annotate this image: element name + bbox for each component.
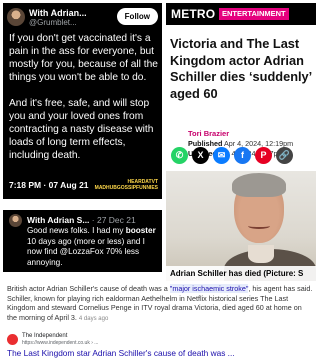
article-headline: Victoria and The Last Kingdom actor Adri… (170, 36, 312, 101)
result-source[interactable]: The Independent https://www.independent.… (7, 333, 207, 347)
photo-caption: Adrian Schiller has died (Picture: S (166, 266, 316, 281)
tweet-paragraph-1: If you don't get vaccinated it's a pain … (9, 33, 158, 83)
follow-button[interactable]: Follow (116, 8, 158, 25)
tweet-author-name[interactable]: With Adrian... (29, 8, 87, 18)
avatar[interactable] (7, 8, 25, 26)
article-author[interactable]: Tori Brazier (188, 129, 229, 138)
tweet-timestamp[interactable]: 7:18 PM · 07 Aug 21 (9, 180, 89, 190)
whatsapp-icon[interactable]: ✆ (171, 147, 188, 164)
booster-tweet-card: With Adrian S... · 27 Dec 21 Good news f… (3, 210, 162, 272)
tweet-body: Good news folks. I had my booster 10 day… (27, 226, 157, 268)
tweet-header: With Adrian S... · 27 Dec 21 (27, 215, 136, 225)
link-icon[interactable]: 🔗 (276, 147, 293, 164)
metro-header-bar: METRO ENTERTAINMENT (166, 3, 316, 25)
tweet-meta: · 27 Dec 21 (89, 215, 136, 225)
article-photo: Adrian Schiller has died (Picture: S (166, 171, 316, 281)
snippet-text-before: British actor Adrian Schiller's cause of… (7, 284, 170, 293)
news-snippet: British actor Adrian Schiller's cause of… (7, 284, 313, 324)
tweet-text-before: Good news folks. I had my (27, 226, 126, 235)
snippet-highlight[interactable]: "major ischaemic stroke" (169, 284, 249, 293)
vaccine-tweet-card: With Adrian... @Grumblet... Follow If yo… (3, 3, 162, 199)
tweet-paragraph-2: And it's free, safe, and will stop you a… (9, 98, 154, 161)
watermark-line-2: MADHUBGOSSIPFUNNIES (94, 185, 158, 191)
x-icon[interactable]: X (192, 147, 209, 164)
photo-collar (248, 245, 274, 263)
tweet-header: With Adrian... @Grumblet... Follow (7, 6, 158, 28)
source-name: The Independent (22, 333, 68, 339)
share-row: ✆ X ✉ f P 🔗 (171, 147, 316, 165)
messenger-icon[interactable]: ✉ (213, 147, 230, 164)
watermark: HEARDATVT MADHUBGOSSIPFUNNIES (95, 179, 158, 191)
source-url: https://www.independent.co.uk › ... (22, 340, 99, 346)
photo-hair (232, 173, 286, 197)
facebook-icon[interactable]: f (234, 147, 251, 164)
tweet-author-handle[interactable]: @Grumblet... (29, 18, 77, 27)
photo-smile (248, 223, 270, 229)
tweet-text-after: 10 days ago (more or less) and I now fin… (27, 236, 145, 267)
independent-logo-icon (7, 334, 18, 345)
pinterest-icon[interactable]: P (255, 147, 272, 164)
snippet-age: 4 days ago (78, 315, 109, 322)
result-title-link[interactable]: The Last Kingdom star Adrian Schiller's … (7, 348, 235, 358)
metro-logo[interactable]: METRO (171, 7, 215, 21)
avatar[interactable] (9, 214, 22, 227)
tweet-text-bold: booster (125, 226, 156, 235)
section-badge[interactable]: ENTERTAINMENT (219, 8, 289, 20)
metro-article: METRO ENTERTAINMENT Victoria and The Las… (166, 3, 316, 281)
tweet-author-name[interactable]: With Adrian S... (27, 215, 89, 225)
tweet-body: If you don't get vaccinated it's a pain … (9, 32, 161, 175)
